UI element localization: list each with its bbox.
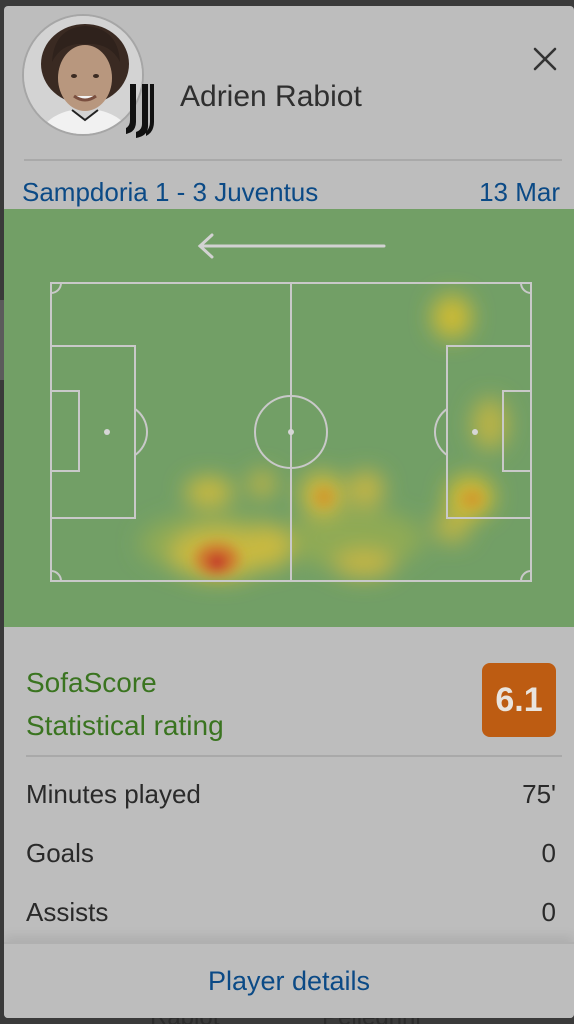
- stat-row-assists: Assists 0: [26, 897, 556, 928]
- rating-badge: 6.1: [482, 663, 556, 737]
- rating-divider: [26, 755, 562, 757]
- rating-label-line2: Statistical rating: [26, 710, 224, 741]
- match-date: 13 Mar: [479, 176, 560, 207]
- stat-value: 0: [541, 838, 556, 868]
- rating-label-line1: SofaScore: [26, 667, 157, 698]
- heatmap-pitch: [4, 209, 574, 627]
- stat-value: 75': [522, 779, 556, 809]
- stat-label: Assists: [26, 897, 109, 927]
- player-heatmap-modal: Adrien Rabiot Sampdoria 1 - 3 Juventus 1…: [4, 6, 574, 1018]
- stat-label: Minutes played: [26, 779, 201, 809]
- modal-footer: Player details: [4, 942, 574, 1018]
- player-name[interactable]: Adrien Rabiot: [180, 80, 362, 114]
- rating-label: SofaScore Statistical rating: [26, 661, 224, 747]
- modal-header: Adrien Rabiot: [4, 6, 574, 166]
- close-icon[interactable]: [530, 44, 560, 74]
- match-title[interactable]: Sampdoria 1 - 3 Juventus: [22, 177, 318, 208]
- player-details-button[interactable]: Player details: [208, 966, 370, 997]
- stat-row-goals: Goals 0: [26, 838, 556, 869]
- stat-row-minutes: Minutes played 75': [26, 779, 556, 810]
- header-divider: [24, 159, 562, 161]
- stat-value: 0: [541, 897, 556, 927]
- match-row[interactable]: Sampdoria 1 - 3 Juventus 13 Mar: [22, 172, 560, 212]
- stat-label: Goals: [26, 838, 94, 868]
- juventus-logo-icon: [122, 82, 160, 138]
